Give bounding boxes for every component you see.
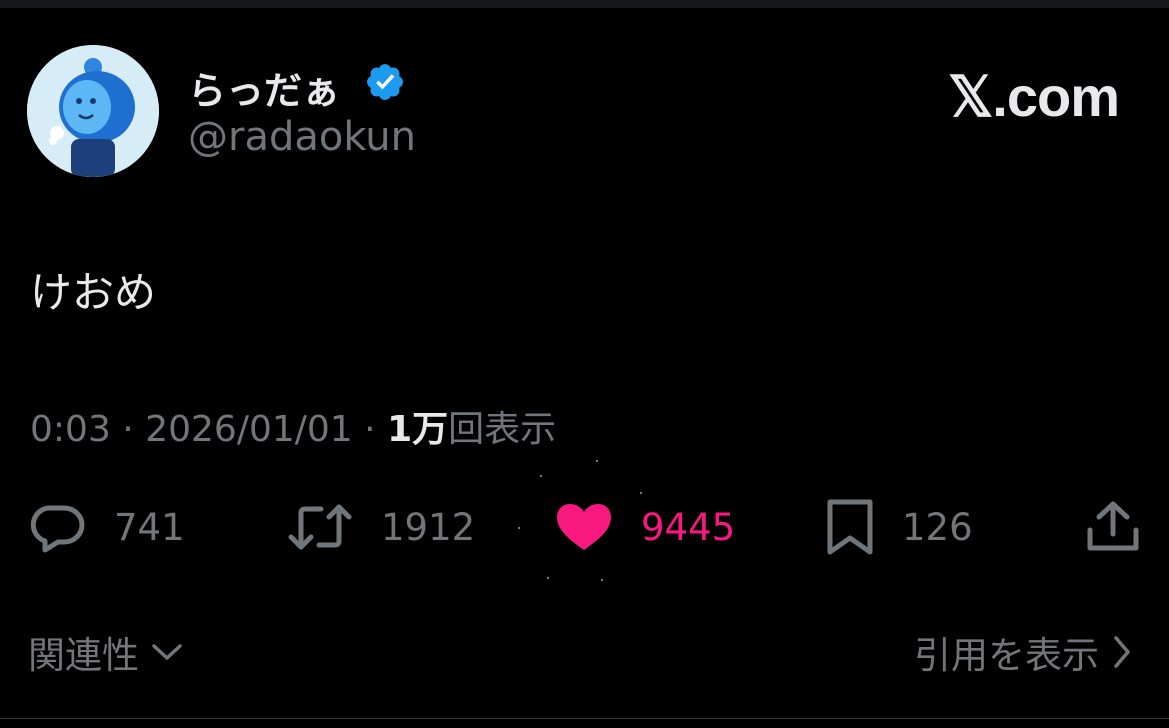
- reply-icon: [30, 505, 85, 553]
- bookmark-button[interactable]: 126: [826, 497, 973, 557]
- tweet-time[interactable]: 0:03: [30, 409, 111, 450]
- verified-badge-icon: [367, 64, 403, 100]
- views-count: 1万: [387, 409, 449, 450]
- bookmark-count: 126: [902, 505, 973, 549]
- x-com-logo: 𝕏.com: [948, 65, 1120, 128]
- retweet-count: 1912: [381, 505, 476, 549]
- like-sparkle: [596, 460, 598, 462]
- author-handle[interactable]: @radaokun: [188, 114, 416, 160]
- avatar[interactable]: [27, 45, 159, 177]
- share-button[interactable]: [1086, 497, 1140, 557]
- like-button[interactable]: 9445: [555, 497, 735, 557]
- share-icon: [1087, 501, 1139, 551]
- retweet-button[interactable]: 1912: [287, 497, 475, 557]
- bottom-divider: [0, 718, 1169, 719]
- reply-count: 741: [114, 505, 185, 549]
- display-name[interactable]: らっだぁ: [188, 60, 340, 115]
- retweet-icon: [288, 504, 352, 550]
- top-divider: [0, 0, 1169, 8]
- related-sort-toggle[interactable]: 関連性: [28, 625, 183, 679]
- meta-separator: ·: [364, 409, 376, 450]
- like-sparkle: [640, 492, 642, 494]
- bookmark-icon: [827, 499, 873, 555]
- like-count: 9445: [641, 505, 736, 549]
- like-sparkle: [540, 475, 542, 477]
- chevron-down-icon: [152, 644, 182, 660]
- quotes-label: 引用を表示: [914, 634, 1099, 677]
- related-label: 関連性: [28, 634, 139, 677]
- like-sparkle: [518, 527, 520, 529]
- tweet-date[interactable]: 2026/01/01: [145, 409, 353, 450]
- tweet-meta: 0:03 · 2026/01/01 · 1万回表示: [30, 400, 556, 452]
- avatar-image: [27, 45, 159, 177]
- view-quotes-link[interactable]: 引用を表示: [914, 625, 1131, 679]
- like-sparkle: [547, 577, 549, 579]
- reply-button[interactable]: 741: [28, 497, 185, 557]
- meta-separator: ·: [122, 409, 134, 450]
- like-sparkle: [601, 579, 603, 581]
- heart-icon: [557, 504, 611, 550]
- chevron-right-icon: [1114, 636, 1130, 668]
- tweet-text: けおめ: [30, 268, 157, 317]
- views-label: 回表示: [448, 409, 557, 450]
